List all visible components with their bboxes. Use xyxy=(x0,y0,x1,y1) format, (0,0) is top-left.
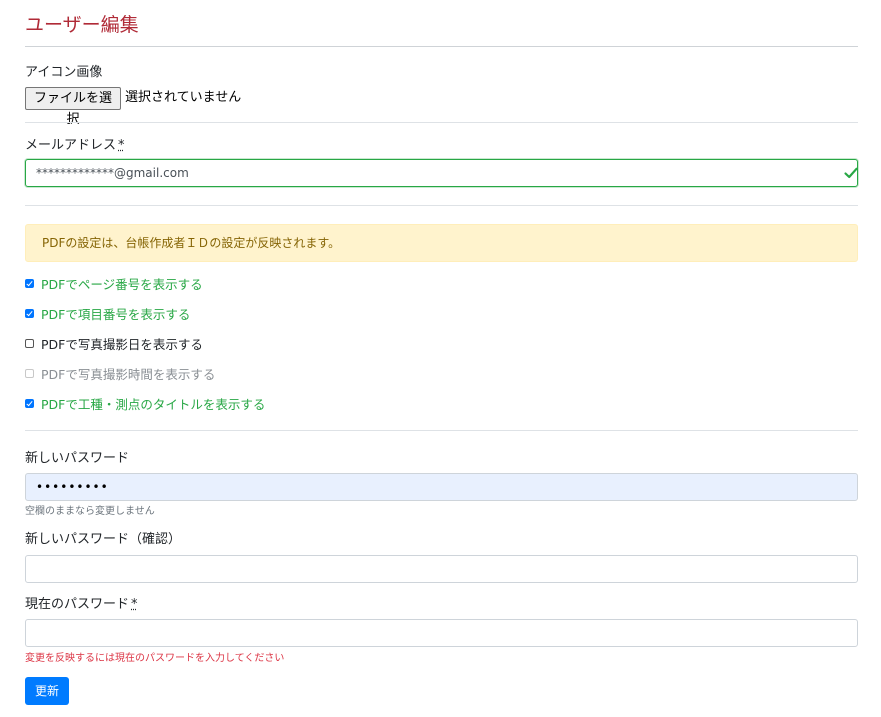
pdf-option-photo-time: PDFで写真撮影時間を表示する xyxy=(25,364,215,382)
pdf-settings-notice: PDFの設定は、台帳作成者ＩＤの設定が反映されます。 xyxy=(25,224,858,262)
update-button[interactable]: 更新 xyxy=(25,677,69,705)
checkbox-checked[interactable] xyxy=(25,308,34,318)
pdf-option-label: PDFで写真撮影時間を表示する xyxy=(41,366,216,382)
current-password-label: 現在のパスワード * xyxy=(25,596,138,614)
pdf-option-item-number[interactable]: PDFで項目番号を表示する xyxy=(25,304,190,322)
new-password-label: 新しいパスワード xyxy=(25,451,130,466)
user-edit-page: ユーザー編集 アイコン画像 ファイルを選択 選択されていません メールアドレス *… xyxy=(0,0,881,717)
checkbox-disabled xyxy=(25,368,34,378)
checkbox-checked[interactable] xyxy=(25,398,34,408)
pdf-option-work-title[interactable]: PDFで工種・測点のタイトルを表示する xyxy=(25,394,265,412)
email-label-text: メールアドレス xyxy=(25,138,117,153)
icon-image-label: アイコン画像 xyxy=(25,65,103,80)
current-password-help: 変更を反映するには現在のパスワードを入力してください xyxy=(25,653,285,664)
section-divider xyxy=(25,430,858,431)
title-divider xyxy=(25,46,858,47)
checkbox-checked[interactable] xyxy=(25,278,34,288)
new-password-help: 空欄のままなら変更しません xyxy=(25,506,155,517)
pdf-option-label: PDFでページ番号を表示する xyxy=(41,276,203,292)
required-mark: * xyxy=(118,138,125,153)
confirm-password-input[interactable] xyxy=(25,555,858,583)
current-password-input[interactable] xyxy=(25,619,858,647)
pdf-option-label: PDFで工種・測点のタイトルを表示する xyxy=(41,396,266,412)
required-mark: * xyxy=(131,597,138,612)
pdf-option-photo-date[interactable]: PDFで写真撮影日を表示する xyxy=(25,334,203,352)
new-password-input[interactable] xyxy=(25,473,858,501)
file-status-text: 選択されていません xyxy=(125,90,242,105)
confirm-password-label: 新しいパスワード（確認） xyxy=(25,532,182,547)
current-password-label-text: 現在のパスワード xyxy=(25,597,130,612)
pdf-option-label: PDFで項目番号を表示する xyxy=(41,306,191,322)
valid-check-icon xyxy=(844,167,858,179)
choose-file-button[interactable]: ファイルを選択 xyxy=(25,87,121,127)
page-title: ユーザー編集 xyxy=(25,14,139,36)
pdf-option-page-number[interactable]: PDFでページ番号を表示する xyxy=(25,274,203,292)
checkbox-unchecked[interactable] xyxy=(25,338,34,348)
pdf-option-label: PDFで写真撮影日を表示する xyxy=(41,336,203,352)
section-divider xyxy=(25,205,858,206)
email-input[interactable] xyxy=(25,159,858,187)
email-label: メールアドレス * xyxy=(25,137,125,155)
section-divider xyxy=(25,122,858,123)
